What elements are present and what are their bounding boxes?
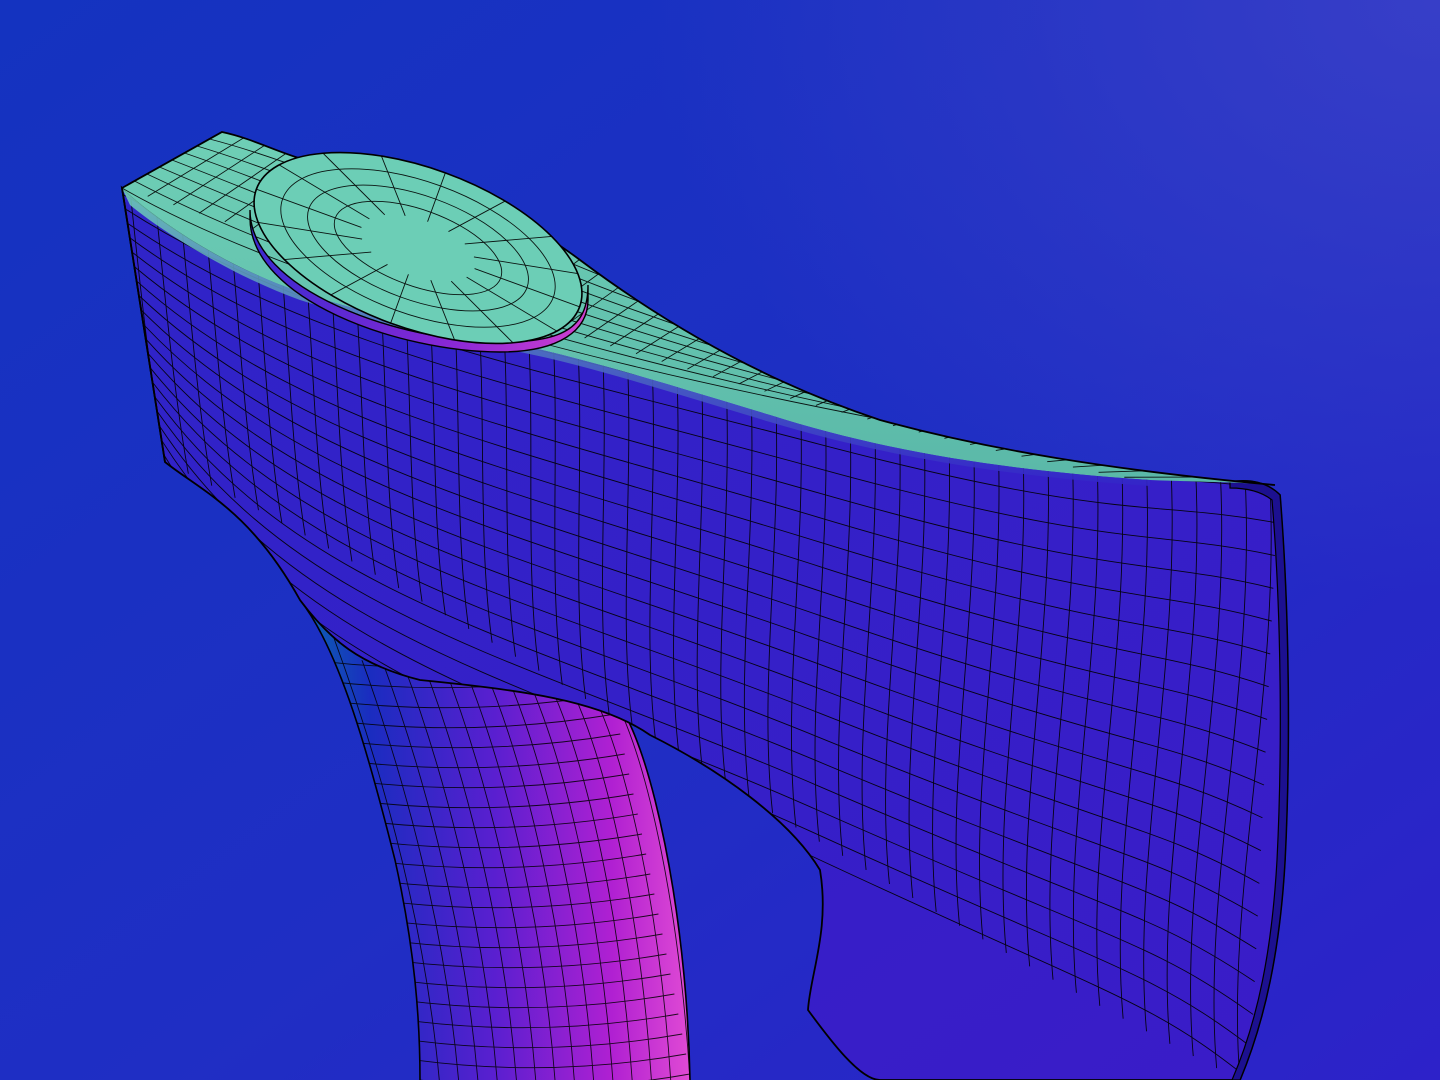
axe-wireframe-render bbox=[0, 0, 1440, 1080]
render-viewport bbox=[0, 0, 1440, 1080]
